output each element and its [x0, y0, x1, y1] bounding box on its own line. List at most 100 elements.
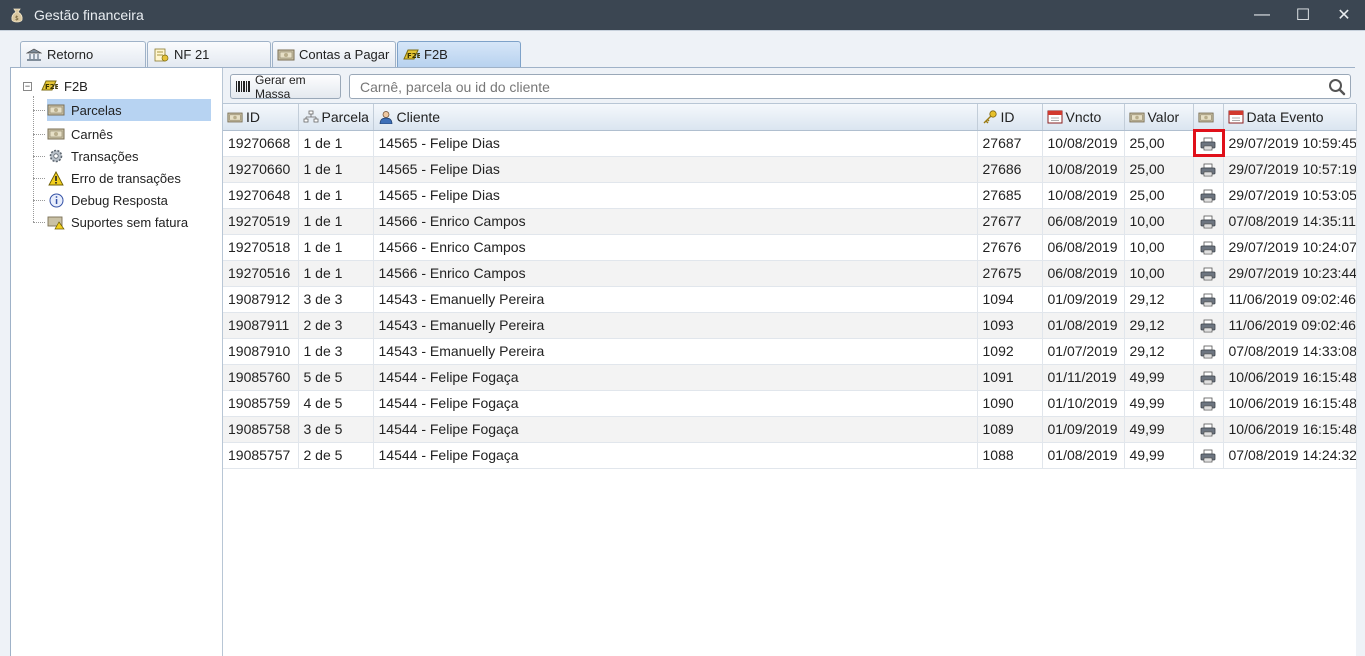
print-icon[interactable] — [1200, 319, 1216, 333]
tree-item-label: Parcelas — [71, 102, 122, 118]
cell-key-id: 27685 — [977, 182, 1043, 209]
cell-print[interactable] — [1193, 260, 1224, 287]
cell-vencimento: 01/09/2019 — [1042, 286, 1125, 313]
print-icon[interactable] — [1200, 189, 1216, 203]
f2b-icon — [402, 48, 420, 62]
tab-label: F2B — [424, 47, 448, 62]
cell-vencimento: 01/09/2019 — [1042, 416, 1125, 443]
cell-parcela: 1 de 1 — [298, 260, 374, 287]
column-header-cliente[interactable]: Cliente — [373, 104, 978, 131]
cell-print[interactable] — [1193, 130, 1224, 157]
column-header-data-evento[interactable]: Data Evento — [1223, 104, 1357, 131]
tab-nf21[interactable]: NF 21 — [147, 41, 271, 67]
cell-print[interactable] — [1193, 442, 1224, 469]
tab-contas-a-pagar[interactable]: Contas a Pagar — [272, 41, 396, 67]
cell-print[interactable] — [1193, 182, 1224, 209]
table-row[interactable]: 19087911 2 de 3 14543 - Emanuelly Pereira 1… — [223, 312, 1357, 339]
collapse-toggle[interactable]: − — [23, 81, 32, 91]
tree-root-label: F2B — [64, 78, 88, 94]
print-icon[interactable] — [1200, 371, 1216, 385]
generate-batch-button[interactable]: Gerar em Massa — [230, 73, 341, 101]
print-icon[interactable] — [1200, 345, 1216, 359]
search-input[interactable] — [350, 75, 1310, 98]
print-icon[interactable] — [1200, 137, 1216, 151]
print-icon[interactable] — [1200, 267, 1216, 281]
tree-root-f2b[interactable]: − F2B — [23, 76, 88, 96]
barcode-icon — [235, 80, 251, 93]
tab-retorno[interactable]: Retorno — [20, 41, 146, 67]
tab-label: Retorno — [47, 47, 94, 62]
tree-item-parcelas[interactable]: Parcelas — [33, 99, 211, 121]
cell-data-evento: 11/06/2019 09:02:46 — [1223, 312, 1357, 339]
column-header-valor[interactable]: Valor — [1124, 104, 1194, 131]
cell-key-id: 1092 — [977, 338, 1043, 365]
print-icon[interactable] — [1200, 163, 1216, 177]
cell-parcela: 3 de 5 — [298, 416, 374, 443]
table-row[interactable]: 19270648 1 de 1 14565 - Felipe Dias 27685 10… — [223, 182, 1357, 209]
tab-label: NF 21 — [174, 47, 210, 62]
cell-key-id: 1094 — [977, 286, 1043, 313]
cell-cliente: 14544 - Felipe Fogaça — [373, 416, 978, 443]
print-icon[interactable] — [1200, 215, 1216, 229]
parcelas-table: ID Parcela Cliente ID Vncto Valor Data E… — [223, 104, 1357, 656]
cell-print[interactable] — [1193, 364, 1224, 391]
tree-item-carnes[interactable]: Carnês — [33, 123, 113, 145]
minimize-button[interactable]: — — [1242, 0, 1282, 30]
cell-print[interactable] — [1193, 208, 1224, 235]
cell-print[interactable] — [1193, 286, 1224, 313]
column-header-boleto[interactable] — [1193, 104, 1224, 131]
column-header-key-id[interactable]: ID — [977, 104, 1043, 131]
search-icon[interactable] — [1328, 78, 1346, 96]
table-row[interactable]: 19270660 1 de 1 14565 - Felipe Dias 27686 10… — [223, 156, 1357, 183]
table-row[interactable]: 19270516 1 de 1 14566 - Enrico Campos 27675… — [223, 260, 1357, 287]
cell-cliente: 14566 - Enrico Campos — [373, 260, 978, 287]
table-row[interactable]: 19085758 3 de 5 14544 - Felipe Fogaça 1089 0… — [223, 416, 1357, 443]
tree-item-transacoes[interactable]: Transações — [33, 145, 138, 167]
print-icon[interactable] — [1200, 293, 1216, 307]
money-icon — [1129, 111, 1145, 125]
cell-cliente: 14544 - Felipe Fogaça — [373, 442, 978, 469]
toolbar: Gerar em Massa — [223, 68, 1356, 104]
cell-valor: 29,12 — [1124, 338, 1194, 365]
hierarchy-icon — [303, 110, 319, 124]
search-field[interactable] — [349, 74, 1351, 99]
cell-print[interactable] — [1193, 234, 1224, 261]
maximize-button[interactable]: ☐ — [1283, 0, 1323, 30]
print-icon[interactable] — [1200, 423, 1216, 437]
close-button[interactable]: ✕ — [1324, 0, 1364, 30]
cell-cliente: 14566 - Enrico Campos — [373, 208, 978, 235]
table-row[interactable]: 19270519 1 de 1 14566 - Enrico Campos 27677… — [223, 208, 1357, 235]
table-row[interactable]: 19087910 1 de 3 14543 - Emanuelly Pereira 1… — [223, 338, 1357, 365]
print-icon[interactable] — [1200, 449, 1216, 463]
cell-print[interactable] — [1193, 312, 1224, 339]
print-icon[interactable] — [1200, 397, 1216, 411]
table-row[interactable]: 19087912 3 de 3 14543 - Emanuelly Pereira 1… — [223, 286, 1357, 313]
column-header-parcela[interactable]: Parcela — [298, 104, 374, 131]
cell-print[interactable] — [1193, 390, 1224, 417]
cell-parcela: 1 de 1 — [298, 130, 374, 157]
cell-valor: 49,99 — [1124, 390, 1194, 417]
table-row[interactable]: 19270518 1 de 1 14566 - Enrico Campos 27676… — [223, 234, 1357, 261]
table-row[interactable]: 19085757 2 de 5 14544 - Felipe Fogaça 1088 0… — [223, 442, 1357, 469]
tree-item-suportes-sem-fatura[interactable]: Suportes sem fatura — [33, 211, 188, 233]
print-icon[interactable] — [1200, 241, 1216, 255]
tab-f2b[interactable]: F2B — [397, 41, 521, 67]
cell-cliente: 14565 - Felipe Dias — [373, 182, 978, 209]
table-row[interactable]: 19085760 5 de 5 14544 - Felipe Fogaça 1091 0… — [223, 364, 1357, 391]
tree-item-erro-de-transacoes[interactable]: Erro de transações — [33, 167, 181, 189]
cell-id: 19270648 — [223, 182, 299, 209]
column-header-vencimento[interactable]: Vncto — [1042, 104, 1125, 131]
cell-id: 19087911 — [223, 312, 299, 339]
cell-vencimento: 01/08/2019 — [1042, 312, 1125, 339]
table-header-row: ID Parcela Cliente ID Vncto Valor Data E… — [223, 104, 1357, 131]
table-row[interactable]: 19085759 4 de 5 14544 - Felipe Fogaça 1090 0… — [223, 390, 1357, 417]
cell-vencimento: 06/08/2019 — [1042, 260, 1125, 287]
table-row[interactable]: 19270668 1 de 1 14565 - Felipe Dias 27687 10… — [223, 130, 1357, 157]
tree-item-debug-resposta[interactable]: Debug Resposta — [33, 189, 168, 211]
cell-parcela: 5 de 5 — [298, 364, 374, 391]
tree-connector-line — [33, 96, 34, 222]
cell-print[interactable] — [1193, 338, 1224, 365]
cell-print[interactable] — [1193, 156, 1224, 183]
cell-print[interactable] — [1193, 416, 1224, 443]
column-header-id[interactable]: ID — [223, 104, 299, 131]
